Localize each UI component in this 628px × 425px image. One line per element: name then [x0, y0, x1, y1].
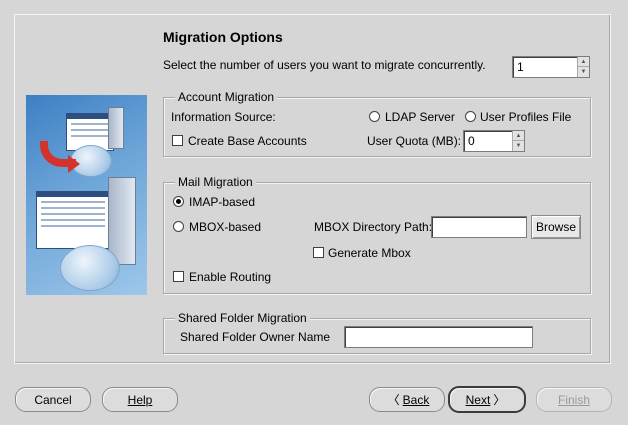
create-base-accounts-label: Create Base Accounts — [188, 134, 307, 148]
spin-down-icon[interactable]: ▼ — [578, 67, 589, 77]
user-profiles-file-radio[interactable] — [465, 111, 476, 122]
spin-up-icon[interactable]: ▲ — [578, 57, 589, 67]
ldap-server-radio[interactable] — [369, 111, 380, 122]
imap-based-radio[interactable] — [173, 196, 184, 207]
chevron-left-icon: 〈 — [387, 393, 400, 407]
shared-folder-owner-label: Shared Folder Owner Name — [180, 330, 331, 344]
mbox-directory-path-label: MBOX Directory Path: — [314, 220, 433, 234]
mbox-based-radio[interactable] — [173, 221, 184, 232]
page-title: Migration Options — [163, 29, 283, 45]
user-profiles-file-label: User Profiles File — [480, 110, 572, 124]
migration-illustration — [26, 95, 147, 295]
concurrency-label: Select the number of users you want to m… — [163, 58, 486, 72]
generate-mbox-label: Generate Mbox — [328, 246, 411, 260]
finish-label: Finish — [557, 392, 590, 407]
generate-mbox-checkbox[interactable] — [313, 247, 324, 258]
back-label: Back — [402, 392, 430, 407]
globe-icon — [60, 245, 120, 291]
next-button[interactable]: Next 〉 — [448, 386, 526, 413]
chevron-right-icon: 〉 — [493, 393, 506, 407]
mbox-based-label: MBOX-based — [189, 220, 262, 234]
user-quota-value: 0 — [468, 134, 475, 148]
user-quota-label: User Quota (MB): — [367, 134, 462, 148]
next-label: Next — [465, 392, 491, 407]
help-button[interactable]: Help — [102, 387, 178, 412]
account-migration-legend: Account Migration — [175, 90, 278, 104]
shared-folder-owner-input[interactable] — [344, 326, 533, 348]
imap-based-label: IMAP-based — [189, 195, 256, 209]
browse-button[interactable]: Browse — [531, 215, 581, 239]
client-window-icon — [36, 191, 110, 249]
finish-button[interactable]: Finish — [536, 387, 612, 412]
enable-routing-label: Enable Routing — [189, 270, 272, 284]
cancel-label: Cancel — [34, 392, 72, 407]
create-base-accounts-checkbox[interactable] — [172, 135, 183, 146]
ldap-server-label: LDAP Server — [385, 110, 455, 124]
account-migration-group — [163, 97, 591, 157]
mail-migration-legend: Mail Migration — [175, 175, 256, 189]
cancel-button[interactable]: Cancel — [15, 387, 91, 412]
mbox-directory-path-input[interactable] — [431, 216, 527, 238]
server-tower-icon — [108, 107, 124, 149]
help-label: Help — [127, 392, 153, 407]
spin-up-icon[interactable]: ▲ — [513, 131, 524, 141]
concurrency-spin-buttons[interactable]: ▲ ▼ — [577, 57, 589, 77]
information-source-label: Information Source: — [171, 110, 276, 124]
back-button[interactable]: 〈 Back — [369, 387, 445, 412]
enable-routing-checkbox[interactable] — [173, 271, 184, 282]
shared-folder-migration-legend: Shared Folder Migration — [175, 311, 310, 325]
spin-down-icon[interactable]: ▼ — [513, 141, 524, 151]
user-quota-spin-buttons[interactable]: ▲ ▼ — [512, 131, 524, 151]
concurrency-value: 1 — [517, 60, 524, 74]
